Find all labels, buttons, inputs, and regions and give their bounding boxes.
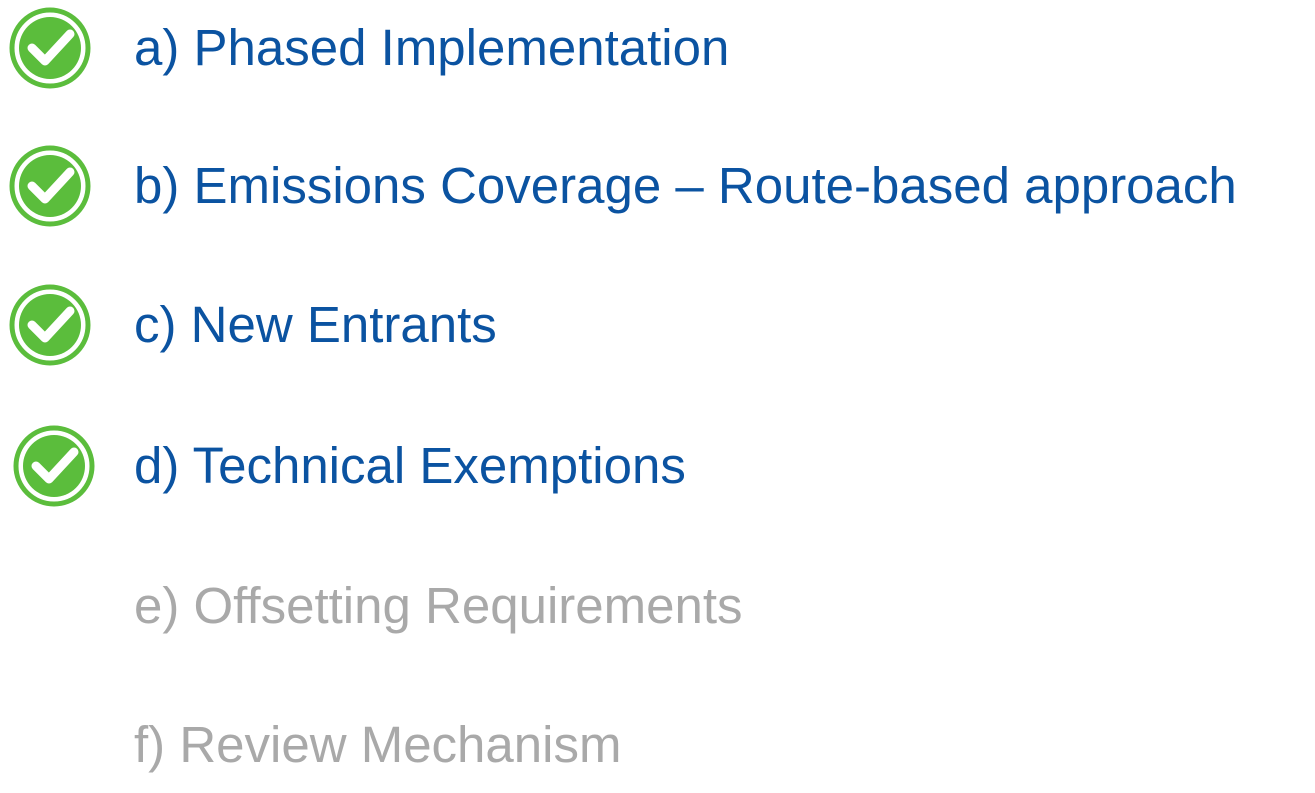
green-check-circle-icon: [9, 145, 91, 227]
checklist: a) Phased Implementation b) Emissions Co…: [0, 0, 1315, 775]
checklist-item-label: f) Review Mechanism: [134, 716, 622, 773]
checklist-item-technical-exemptions: d) Technical Exemptions: [0, 418, 1315, 514]
green-check-circle-icon: [9, 7, 91, 89]
checklist-item-label: d) Technical Exemptions: [134, 437, 686, 494]
checklist-item-label: a) Phased Implementation: [134, 19, 730, 76]
checklist-item-label: c) New Entrants: [134, 296, 497, 353]
checklist-item-label: b) Emissions Coverage – Route-based appr…: [134, 157, 1237, 214]
green-check-circle-icon: [9, 284, 91, 366]
green-check-circle-icon: [13, 425, 95, 507]
checklist-item-label: e) Offsetting Requirements: [134, 577, 743, 634]
checklist-item-review-mechanism: f) Review Mechanism: [0, 697, 1315, 775]
checklist-item-emissions-coverage: b) Emissions Coverage – Route-based appr…: [0, 138, 1315, 234]
checklist-item-new-entrants: c) New Entrants: [0, 277, 1315, 373]
checklist-item-offsetting-requirements: e) Offsetting Requirements: [0, 558, 1315, 654]
checklist-item-phased-implementation: a) Phased Implementation: [0, 0, 1315, 96]
